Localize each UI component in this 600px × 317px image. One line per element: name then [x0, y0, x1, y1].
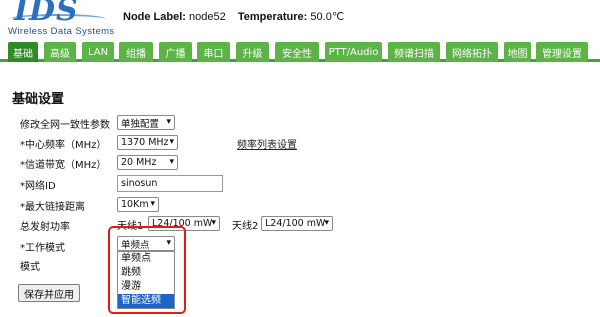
temperature-value: 50.0℃	[310, 11, 345, 23]
chevron-down-icon: ▾	[211, 218, 216, 228]
tab-basic[interactable]: 基础	[8, 42, 38, 62]
antenna2-label: 天线2	[232, 221, 259, 232]
tab-management[interactable]: 管理设置	[536, 42, 588, 62]
tab-bar: 基础 高级 LAN 组播 广播 串口 升级 安全性 PTT/Audio 频谱扫描…	[0, 40, 600, 62]
max-distance-select-value: 10Km	[121, 199, 149, 210]
node-info: Node Label: node52 Temperature: 50.0℃	[123, 10, 344, 23]
tab-map[interactable]: 地图	[504, 42, 531, 62]
tx-power-label: 总发射功率	[20, 222, 70, 233]
tab-network-topology[interactable]: 网络拓扑	[446, 42, 498, 62]
antenna2-power-select[interactable]: L24/100 mW ▾	[261, 216, 333, 231]
tab-broadcast[interactable]: 广播	[159, 42, 192, 62]
freq-select[interactable]: 1370 MHz ▾	[117, 135, 178, 150]
chevron-down-icon: ▾	[150, 199, 155, 209]
chevron-down-icon: ▾	[169, 157, 174, 167]
max-distance-select[interactable]: 10Km ▾	[117, 197, 159, 212]
node-label-caption: Node Label:	[123, 11, 186, 23]
tab-lan[interactable]: LAN	[82, 42, 114, 62]
chevron-down-icon: ▾	[324, 218, 329, 228]
work-mode-label: *工作模式	[20, 243, 65, 254]
bandwidth-label: *信道带宽（MHz）	[20, 160, 107, 171]
logo-subtitle: Wireless Data Systems	[8, 26, 115, 37]
highlight-annotation-box	[108, 226, 186, 314]
network-id-input[interactable]: sinosun	[117, 175, 223, 192]
chevron-down-icon: ▾	[166, 117, 171, 127]
company-logo: IDS Wireless Data Systems	[6, 0, 118, 38]
tab-multicast[interactable]: 组播	[119, 42, 153, 62]
tab-security[interactable]: 安全性	[275, 42, 319, 62]
temperature-caption: Temperature:	[237, 11, 308, 23]
bandwidth-select-value: 20 MHz	[121, 157, 157, 168]
consistency-label: 修改全网一致性参数	[20, 120, 110, 131]
tab-advanced[interactable]: 高级	[44, 42, 76, 62]
mode-label: 模式	[20, 262, 40, 273]
bandwidth-select[interactable]: 20 MHz ▾	[117, 155, 178, 170]
max-distance-label: *最大链接距离	[20, 202, 85, 213]
tab-spectrum-scan[interactable]: 频谱扫描	[388, 42, 440, 62]
freq-label: *中心频率（MHz）	[20, 140, 107, 151]
save-apply-button[interactable]: 保存并应用	[18, 284, 80, 302]
section-title: 基础设置	[12, 92, 65, 107]
consistency-select-value: 单独配置	[121, 118, 160, 130]
node-label-value: node52	[189, 11, 226, 23]
antenna2-power-value: L24/100 mW	[265, 218, 326, 229]
logo-mark: IDS	[14, 0, 79, 28]
tab-serial[interactable]: 串口	[197, 42, 230, 62]
network-id-label: *网络ID	[20, 181, 56, 192]
tab-upgrade[interactable]: 升级	[236, 42, 269, 62]
consistency-select[interactable]: 单独配置 ▾	[117, 115, 175, 130]
chevron-down-icon: ▾	[169, 137, 174, 147]
header: IDS Wireless Data Systems Node Label: no…	[0, 0, 600, 38]
freq-select-value: 1370 MHz	[121, 137, 169, 148]
freq-list-settings-link[interactable]: 频率列表设置	[237, 136, 297, 151]
tab-ptt-audio[interactable]: PTT/Audio	[325, 42, 382, 62]
